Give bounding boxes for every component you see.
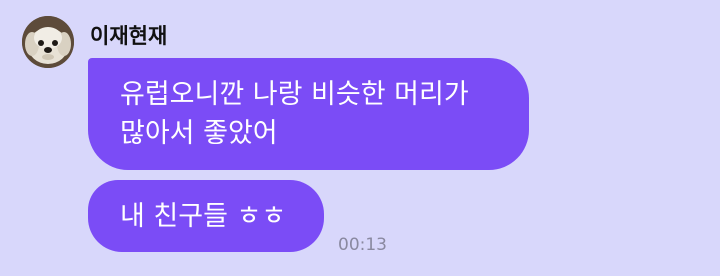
avatar[interactable] [22,16,74,68]
message-text-line: 많아서 좋았어 [120,118,278,149]
message-text-line: 유럽오니깐 나랑 비슷한 머리가 [120,79,469,110]
sender-name: 이재현재 [90,24,168,48]
message-bubble[interactable]: 내 친구들 ㅎㅎ [88,180,324,252]
message-bubble[interactable]: 유럽오니깐 나랑 비슷한 머리가 많아서 좋았어 [88,58,529,170]
message-timestamp: 00:13 [338,235,387,255]
message-text: 내 친구들 ㅎㅎ [120,201,287,232]
dog-avatar-icon [22,16,74,68]
